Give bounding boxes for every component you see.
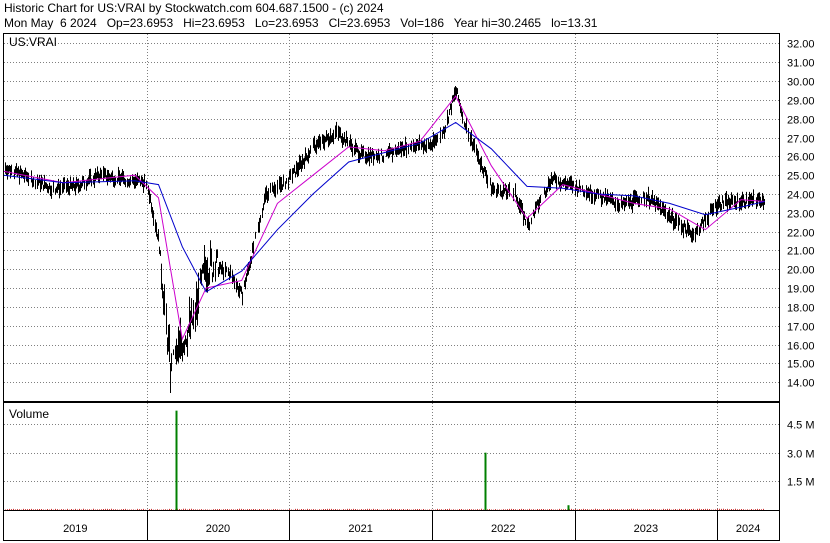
year-label: 2023 (634, 523, 658, 535)
volume-axis-labels: 1.5 M 3.0 M 4.5 M (787, 420, 815, 489)
price-tick-label: 21.00 (787, 246, 815, 258)
price-tick-label: 16.00 (787, 341, 815, 353)
price-tick-label: 20.00 (787, 265, 815, 277)
price-tick-label: 14.00 (787, 378, 815, 390)
volume-panel-title: Volume (9, 407, 49, 421)
price-tick-label: 31.00 (787, 58, 815, 70)
price-axis-labels: 14.00 15.00 16.00 17.00 18.00 19.00 20.00 21.00… (787, 39, 815, 390)
year-label: 2022 (491, 523, 515, 535)
year-label: 2024 (736, 523, 760, 535)
price-tick-label: 17.00 (787, 322, 815, 334)
year-label: 2021 (348, 523, 372, 535)
price-panel (3, 33, 780, 402)
price-tick-label: 26.00 (787, 152, 815, 164)
price-tick-label: 15.00 (787, 359, 815, 371)
price-tick-label: 19.00 (787, 284, 815, 296)
stock-chart: 14.00 15.00 16.00 17.00 18.00 19.00 20.00 21.00… (3, 33, 815, 541)
price-tick-label: 32.00 (787, 39, 815, 51)
price-tick-label: 30.00 (787, 77, 815, 89)
price-tick-label: 24.00 (787, 190, 815, 202)
volume-tick-label: 1.5 M (787, 477, 815, 489)
price-tick-label: 29.00 (787, 96, 815, 108)
price-tick-label: 27.00 (787, 134, 815, 146)
price-tick-label: 23.00 (787, 209, 815, 221)
price-tick-label: 25.00 (787, 171, 815, 183)
price-panel-title: US:VRAI (9, 35, 57, 49)
price-tick-label: 22.00 (787, 228, 815, 240)
price-tick-label: 18.00 (787, 303, 815, 315)
volume-panel (3, 402, 780, 511)
year-label: 2020 (206, 523, 230, 535)
volume-tick-label: 3.0 M (787, 449, 815, 461)
volume-tick-label: 4.5 M (787, 420, 815, 432)
date-axis (3, 510, 780, 541)
price-tick-label: 28.00 (787, 115, 815, 127)
year-label: 2019 (63, 523, 87, 535)
